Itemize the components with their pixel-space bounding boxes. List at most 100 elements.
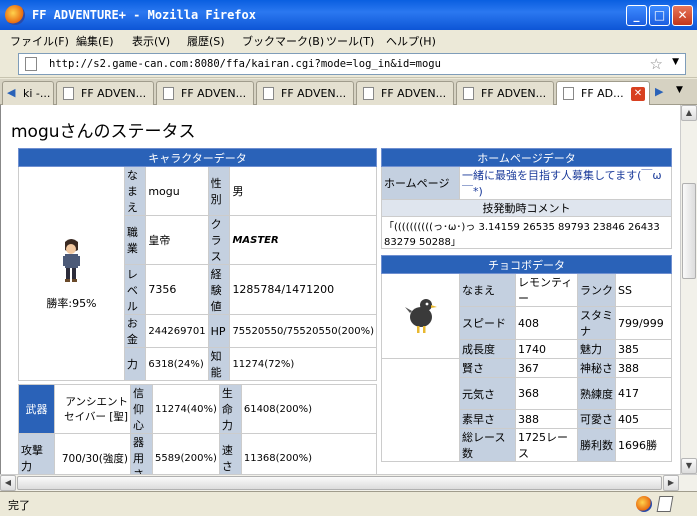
menu-file[interactable]: ファイル(F)	[10, 33, 69, 49]
page-icon	[363, 87, 374, 100]
chocobo-portrait-cell	[381, 273, 460, 359]
rank-value: SS	[615, 273, 672, 307]
maximize-button[interactable]: □	[649, 5, 670, 26]
tab-4[interactable]: FF ADVEN...	[256, 81, 354, 105]
menu-bookmarks[interactable]: ブックマーク(B)	[242, 33, 324, 49]
window-title: FF ADVENTURE+ - Mozilla Firefox	[32, 8, 256, 22]
character-table: キャラクターデータ 勝率:95% なまえ mogu 性別 男 職業 皇帝 クラス…	[18, 148, 377, 381]
tab-label: FF ADVEN...	[281, 87, 347, 100]
chocobo-name-label: なまえ	[459, 273, 516, 307]
page-icon	[563, 87, 574, 100]
name-label: なまえ	[123, 166, 147, 216]
menu-help[interactable]: ヘルプ(H)	[386, 33, 436, 49]
bookmark-star-icon[interactable]: ☆	[650, 55, 663, 73]
gold-label: お金	[123, 314, 147, 348]
tab-5[interactable]: FF ADVEN...	[356, 81, 454, 105]
cute-label: 可愛さ	[577, 409, 616, 429]
skill-value: 417	[615, 377, 672, 410]
character-portrait-cell: 勝率:95%	[18, 166, 125, 381]
url-text[interactable]: http://s2.game-can.com:8080/ffa/kairan.c…	[49, 58, 441, 70]
tab-label: FF ADVEN...	[481, 87, 547, 100]
vertical-scroll-thumb[interactable]	[682, 183, 696, 279]
faith-value: 11274(40%)	[152, 384, 220, 434]
homepage-header: ホームページデータ	[381, 148, 672, 167]
tab-2[interactable]: FF ADVEN...	[56, 81, 154, 105]
scroll-right-icon[interactable]: ▶	[663, 475, 679, 491]
tab-list-icon[interactable]: ▼	[676, 85, 683, 95]
page-title: moguさんのステータス	[11, 122, 196, 142]
menu-view[interactable]: 表示(V)	[132, 33, 170, 49]
tab-bar: ◀ ki -... FF ADVEN... FF ADVEN... FF ADV…	[0, 79, 697, 106]
faith-label: 信仰心	[130, 384, 153, 434]
growth-label: 成長度	[459, 339, 516, 359]
tab-label: FF AD...	[581, 87, 624, 100]
race-label: 総レース数	[459, 428, 516, 462]
hp-value: 75520550/75520550(200%)	[229, 314, 377, 348]
url-bar[interactable]: http://s2.game-can.com:8080/ffa/kairan.c…	[18, 53, 686, 75]
tab-1[interactable]: ◀ ki -...	[2, 81, 54, 105]
tab-3[interactable]: FF ADVEN...	[156, 81, 254, 105]
character-avatar-icon	[63, 239, 81, 282]
character-header: キャラクターデータ	[18, 148, 377, 167]
stamina-value: 799/999	[615, 306, 672, 340]
growth-value: 1740	[515, 339, 578, 359]
tab-label: ki -...	[23, 87, 51, 100]
edit-status-icon[interactable]	[656, 496, 674, 512]
tab-label: FF ADVEN...	[381, 87, 447, 100]
wins-label: 勝利数	[577, 428, 616, 462]
charm-label: 魅力	[577, 339, 616, 359]
speed-label: スピード	[459, 306, 516, 340]
status-bar: 完了	[0, 491, 697, 516]
close-window-button[interactable]: ✕	[672, 5, 693, 26]
skill-comment-value: 「((((((((((っ･ω･)っ 3.14159 26535 89793 23…	[381, 216, 672, 249]
vit-label: 生命力	[218, 384, 242, 434]
vertical-scrollbar[interactable]: ▲ ▼	[680, 105, 697, 474]
navigation-toolbar: http://s2.game-can.com:8080/ffa/kairan.c…	[0, 50, 697, 78]
homepage-label: ホームページ	[381, 166, 460, 200]
url-dropdown-icon[interactable]: ▼	[672, 57, 679, 67]
chocobo-blank-cell	[381, 358, 460, 462]
exp-label: 経験値	[207, 264, 231, 315]
tab-scroll-left-icon[interactable]: ◀	[7, 86, 15, 99]
status-text: 完了	[8, 499, 30, 512]
window-titlebar: FF ADVENTURE+ - Mozilla Firefox _ □ ✕	[0, 0, 697, 30]
character-table-bottom: 武器 アンシエント セイバー [聖] 信仰心 11274(40%) 生命力 61…	[18, 384, 378, 474]
tab-active[interactable]: FF AD... ✕	[556, 81, 650, 106]
tab-6[interactable]: FF ADVEN...	[456, 81, 554, 105]
close-tab-icon[interactable]: ✕	[631, 87, 645, 101]
spd-value: 11368(200%)	[240, 433, 378, 474]
tab-scroll-right-icon[interactable]: ▶	[655, 85, 663, 98]
menu-edit[interactable]: 編集(E)	[76, 33, 114, 49]
sex-label: 性別	[207, 166, 231, 216]
homepage-link[interactable]: 一緒に最強を目指す人募集してます(￣ω￣*)	[459, 166, 672, 200]
tab-label: FF ADVEN...	[81, 87, 147, 100]
page-icon	[25, 57, 37, 71]
menu-history[interactable]: 履歴(S)	[187, 33, 225, 49]
myst-label: 神秘さ	[577, 358, 616, 378]
energy-label: 元気さ	[459, 377, 516, 410]
exp-value: 1285784/1471200	[229, 264, 377, 315]
scroll-left-icon[interactable]: ◀	[0, 475, 16, 491]
scroll-down-icon[interactable]: ▼	[681, 458, 697, 474]
firefox-status-icon[interactable]	[636, 496, 652, 512]
minimize-button[interactable]: _	[626, 5, 647, 26]
wise-value: 367	[515, 358, 578, 378]
speed-value: 408	[515, 306, 578, 340]
quick-label: 素早さ	[459, 409, 516, 429]
homepage-table: ホームページデータ ホームページ 一緒に最強を目指す人募集してます(￣ω￣*) …	[381, 148, 672, 249]
page-content: moguさんのステータス キャラクターデータ 勝率:95% なまえ mogu 性…	[0, 105, 680, 474]
scroll-up-icon[interactable]: ▲	[681, 105, 697, 121]
chocobo-header: チョコボデータ	[381, 255, 672, 274]
level-label: レベル	[123, 264, 147, 315]
charm-value: 385	[615, 339, 672, 359]
menu-tools[interactable]: ツール(T)	[326, 33, 374, 49]
wise-label: 賢さ	[459, 358, 516, 378]
horizontal-scroll-thumb[interactable]	[17, 476, 662, 490]
chocobo-table: チョコボデータ なまえ レモンティー ランク SS スピード 408 スタミナ …	[381, 255, 672, 462]
energy-value: 368	[515, 377, 578, 410]
int-label: 知能	[207, 347, 231, 381]
spd-label: 速さ	[218, 433, 242, 474]
horizontal-scrollbar[interactable]: ◀ ▶	[0, 474, 697, 491]
page-icon	[463, 87, 474, 100]
job-label: 職業	[123, 215, 147, 265]
